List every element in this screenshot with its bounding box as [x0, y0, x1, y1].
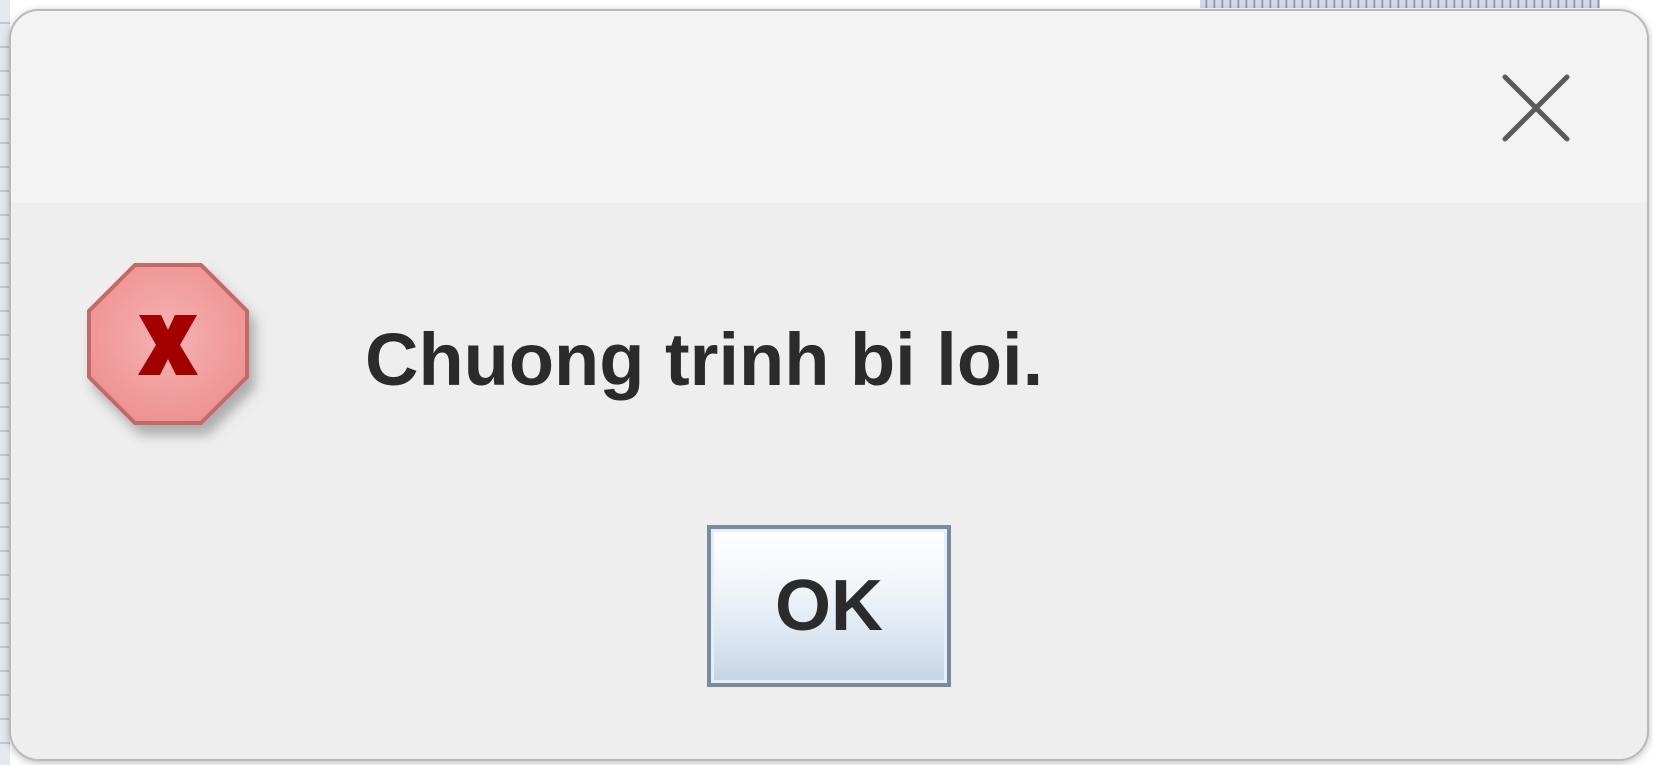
- ok-button[interactable]: OK: [707, 525, 951, 687]
- dialog-title-bar[interactable]: [11, 11, 1647, 203]
- dialog-content: Chuong trinh bi loi. OK: [11, 203, 1647, 759]
- ok-button-label: OK: [775, 566, 883, 646]
- error-dialog: Chuong trinh bi loi. OK: [9, 9, 1649, 761]
- error-message: Chuong trinh bi loi.: [365, 318, 1044, 401]
- close-button[interactable]: [1481, 53, 1591, 163]
- close-icon: [1502, 74, 1570, 142]
- background-window-edge-top: [1200, 0, 1600, 8]
- error-stop-icon: [87, 263, 249, 425]
